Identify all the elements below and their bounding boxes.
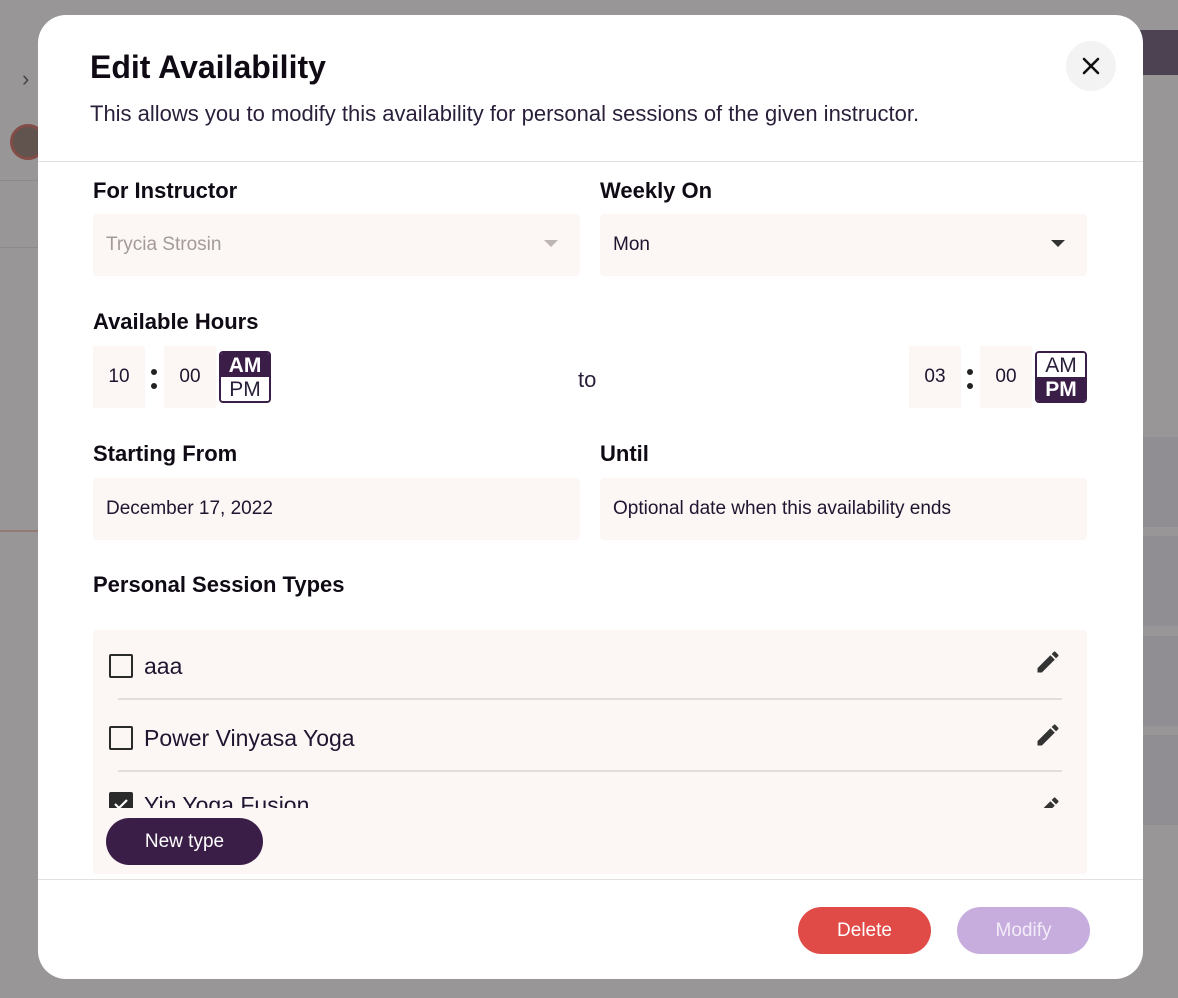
modal-footer: Delete Modify [38, 879, 1143, 979]
edit-icon[interactable] [1034, 648, 1062, 676]
until-label: Until [600, 441, 649, 466]
time-colon [151, 369, 157, 397]
instructor-label: For Instructor [93, 178, 238, 203]
delete-button[interactable]: Delete [798, 907, 931, 954]
hours-label: Available Hours [93, 309, 259, 334]
check-icon [114, 799, 128, 808]
start-ampm-toggle[interactable]: AM PM [219, 351, 271, 403]
start-am-option[interactable]: AM [221, 353, 269, 377]
start-pm-option[interactable]: PM [221, 377, 269, 401]
session-types-list: aaa Power Vinyasa Yoga Yin Yoga Fusion N… [93, 630, 1087, 874]
end-ampm-toggle[interactable]: AM PM [1035, 351, 1087, 403]
session-types-label: Personal Session Types [93, 572, 345, 597]
checkbox-checked[interactable] [109, 792, 133, 808]
weekly-label: Weekly On [600, 178, 713, 203]
weekly-select[interactable]: Mon [600, 214, 1087, 276]
edit-availability-modal: Edit Availability This allows you to mod… [38, 15, 1143, 979]
close-icon [1082, 57, 1100, 75]
end-am-option[interactable]: AM [1037, 353, 1085, 377]
to-label: to [578, 367, 597, 392]
modify-button[interactable]: Modify [957, 907, 1090, 954]
modal-header: Edit Availability This allows you to mod… [38, 15, 1143, 162]
modal-subtitle: This allows you to modify this availabil… [90, 101, 920, 126]
edit-icon[interactable] [1034, 794, 1062, 822]
modal-title: Edit Availability [90, 49, 326, 85]
starting-date-input[interactable]: December 17, 2022 [93, 478, 580, 540]
end-minute-input[interactable]: 00 [980, 346, 1032, 408]
instructor-value: Trycia Strosin [106, 234, 222, 255]
instructor-select: Trycia Strosin [93, 214, 580, 276]
starting-label: Starting From [93, 441, 238, 466]
time-colon [967, 369, 973, 397]
list-divider [118, 630, 1062, 700]
list-divider [118, 702, 1062, 772]
end-pm-option[interactable]: PM [1037, 377, 1085, 401]
chevron-down-icon [1051, 240, 1065, 247]
new-type-button[interactable]: New type [106, 818, 263, 865]
start-hour-input[interactable]: 10 [93, 346, 145, 408]
weekly-value: Mon [613, 234, 650, 255]
end-hour-input[interactable]: 03 [909, 346, 961, 408]
modal-body: For Instructor Trycia Strosin Weekly On … [38, 162, 1143, 879]
until-date-input[interactable]: Optional date when this availability end… [600, 478, 1087, 540]
chevron-down-icon [544, 240, 558, 247]
list-item[interactable]: Yin Yoga Fusion [108, 774, 1062, 808]
edit-icon[interactable] [1034, 721, 1062, 749]
close-button[interactable] [1066, 41, 1116, 91]
type-name: Yin Yoga Fusion [144, 792, 310, 808]
start-minute-input[interactable]: 00 [164, 346, 216, 408]
